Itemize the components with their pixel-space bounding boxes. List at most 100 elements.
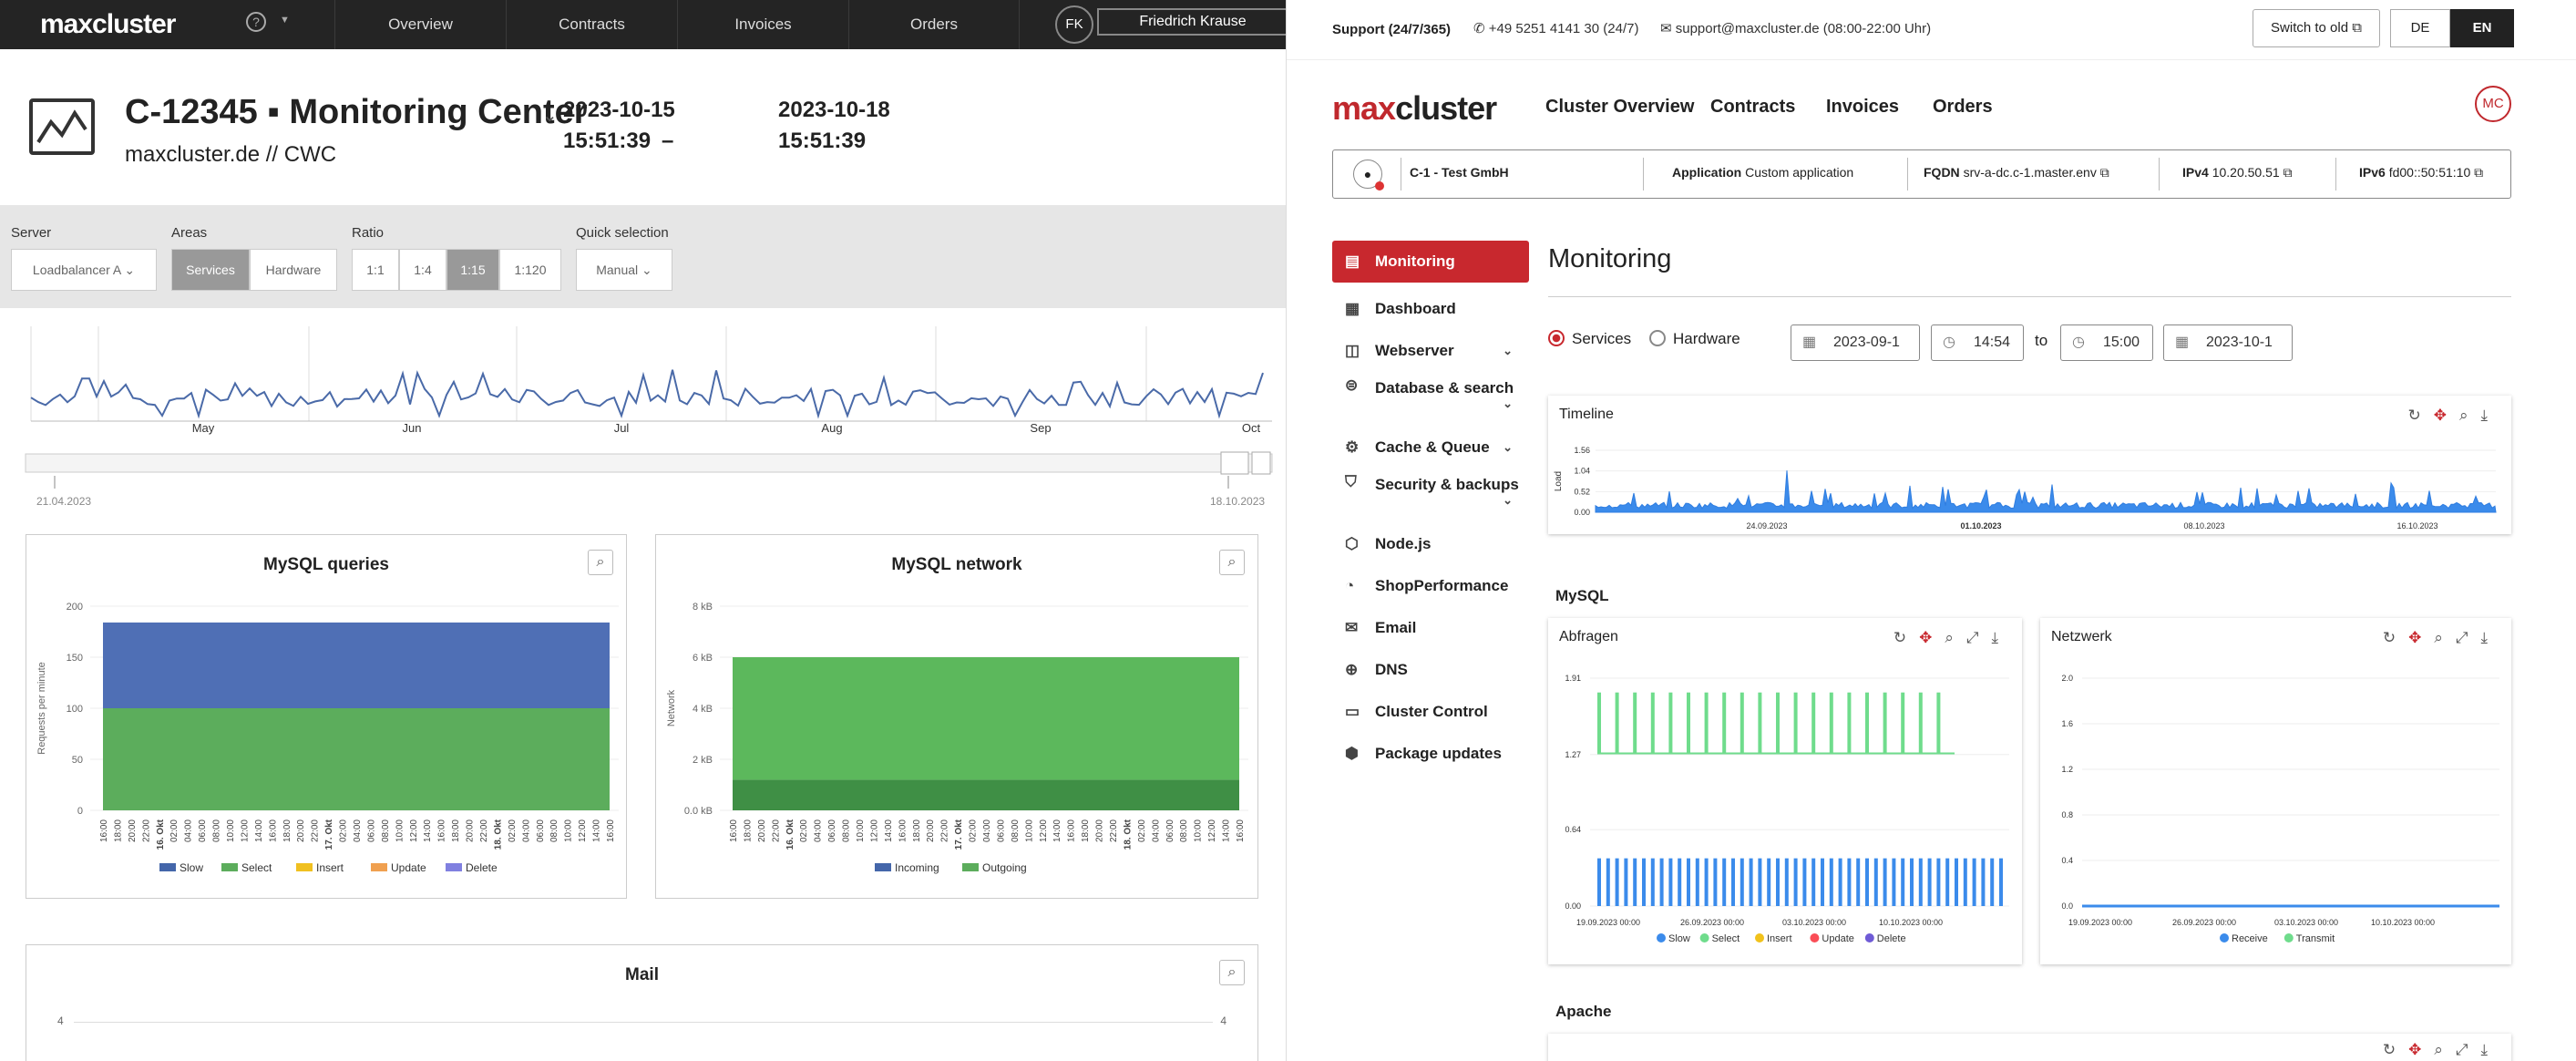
x-tick-label: 10.10.2023 00:00	[1879, 918, 1943, 927]
switch-to-old-button[interactable]: Switch to old ⧉	[2253, 9, 2380, 47]
sidebar-item-dns[interactable]: ⊕ DNS	[1332, 649, 1529, 691]
time-from-input[interactable]: ◷ 14:54	[1931, 324, 2024, 361]
time-to: 15:51:39	[778, 129, 867, 153]
overview-chart[interactable]: May Jun Jul Aug Sep Oct 21.04.2023 18.10.2023	[0, 308, 1286, 527]
zoom-icon[interactable]: ⌕	[2434, 1041, 2456, 1058]
y-tick-label: 1.27	[1565, 750, 1581, 759]
radio-hardware-label: Hardware	[1673, 330, 1740, 347]
phone-link[interactable]: ✆ +49 5251 4141 30 (24/7)	[1473, 20, 1638, 36]
sidebar-item-shopperformance[interactable]: ◔ ShopPerformance	[1332, 565, 1529, 607]
old-nav-contracts[interactable]: Contracts	[506, 0, 677, 49]
x-tick-label: 22:00	[940, 819, 950, 842]
sidebar-item-security[interactable]: ⛉ Security & backups ⌄	[1332, 469, 1529, 523]
old-monitoring-ui: maxcluster ? ▼ Overview Contracts Invoic…	[0, 0, 1286, 1061]
x-tick-label: 08:00	[842, 819, 852, 842]
ratio-1-120-button[interactable]: 1:120	[499, 249, 561, 291]
x-tick-label: 18:00	[282, 819, 292, 842]
old-nav-orders[interactable]: Orders	[848, 0, 1020, 49]
areas-hardware-button[interactable]: Hardware	[250, 249, 337, 291]
x-tick-label: 04:00	[982, 819, 992, 842]
bar-slow	[1731, 858, 1735, 906]
x-tick-label: 10.10.2023 00:00	[2371, 918, 2435, 927]
gauge-icon: ◔	[1345, 577, 1355, 594]
sidebar-item-monitoring[interactable]: ▤ Monitoring	[1332, 241, 1529, 283]
copy-icon[interactable]: ⧉	[2474, 165, 2483, 180]
ipv6-info: IPv6 fd00::50:51:10 ⧉	[2359, 165, 2483, 180]
package-icon: ⬢	[1345, 745, 1359, 762]
bar-slow	[1910, 858, 1914, 906]
radio-services[interactable]: Services	[1548, 330, 1631, 348]
timeline-panel: Timeline ↻✥⌕⤓ 0.00 0.52 1.04 1.56 Load 24.09.…	[1548, 396, 2511, 534]
bar-slow	[1687, 858, 1690, 906]
help-icon[interactable]: ?	[246, 12, 266, 32]
avatar[interactable]: FK	[1055, 5, 1093, 44]
mail-ytick: 4	[57, 1015, 64, 1027]
mail-title: Mail	[625, 965, 659, 984]
sidebar-item-database[interactable]: ⊜ Database & search ⌄	[1332, 372, 1529, 427]
sidebar-item-email[interactable]: ✉ Email	[1332, 607, 1529, 649]
old-logo[interactable]: maxcluster	[40, 9, 176, 40]
chevron-down-icon[interactable]: ▼	[280, 15, 290, 26]
line-chart-icon	[29, 98, 95, 155]
sidebar-item-dashboard[interactable]: ▦ Dashboard	[1332, 288, 1529, 330]
bar-slow	[1936, 858, 1941, 906]
avatar[interactable]: MC	[2475, 86, 2511, 122]
time-to-input[interactable]: ◷ 15:00	[2060, 324, 2153, 361]
sidebar-item-package-updates[interactable]: ⬢ Package updates	[1332, 733, 1529, 775]
y-tick-label: 0.00	[1565, 901, 1581, 911]
zoom-icon[interactable]: ⌕	[1219, 960, 1245, 985]
copy-icon[interactable]: ⧉	[2284, 165, 2293, 180]
areas-services-button[interactable]: Services	[171, 249, 250, 291]
netzwerk-chart[interactable]: 0.0 0.4 0.8 1.2 1.6 2.0 19.09.2023 00:00 26.09.…	[2040, 618, 2511, 964]
lang-en-button[interactable]: EN	[2450, 9, 2514, 47]
x-tick-label: 17. Okt	[954, 819, 964, 850]
cluster-name[interactable]: C-1 - Test GmbH	[1410, 165, 1509, 180]
refresh-icon[interactable]: ↻	[2383, 1041, 2408, 1058]
expand-icon[interactable]: ⤢	[2456, 1041, 2481, 1058]
new-logo[interactable]: maxcluster	[1332, 89, 1497, 128]
pan-icon[interactable]: ✥	[2408, 1041, 2434, 1058]
x-tick-label: 22:00	[479, 819, 489, 842]
range-handle[interactable]	[1251, 451, 1271, 475]
x-tick-label: 10:00	[226, 819, 236, 842]
overview-navigator[interactable]: May Jun Jul Aug Sep Oct 21.04.2023 18.10.2023	[0, 308, 1286, 527]
month-label: Jul	[614, 421, 630, 435]
bar-select	[1668, 692, 1673, 754]
date-to-input[interactable]: ▦ 2023-10-1	[2163, 324, 2293, 361]
user-menu[interactable]: Friedrich Krause	[1097, 8, 1286, 36]
download-icon[interactable]: ⤓	[2480, 1041, 2500, 1058]
date-from-input[interactable]: ▦ 2023-09-1	[1791, 324, 1920, 361]
chevron-down-icon[interactable]: ⌄	[542, 104, 558, 127]
timeline-chart[interactable]: 0.00 0.52 1.04 1.56 Load 24.09.2023 01.10.2023…	[1548, 396, 2511, 534]
lang-de-button[interactable]: DE	[2390, 9, 2450, 47]
range-handle[interactable]	[1220, 451, 1249, 475]
nav-invoices[interactable]: Invoices	[1826, 97, 1899, 118]
sidebar-item-webserver[interactable]: ◫ Webserver ⌄	[1332, 330, 1529, 372]
sidebar-item-nodejs[interactable]: ⬡ Node.js	[1332, 523, 1529, 565]
sidebar-item-cache[interactable]: ⚙ Cache & Queue ⌄	[1332, 427, 1529, 469]
y-tick-label: 2.0	[2061, 674, 2073, 683]
quick-selection-select[interactable]: Manual ⌄	[576, 249, 672, 291]
old-nav-overview[interactable]: Overview	[334, 0, 506, 49]
copy-icon[interactable]: ⧉	[2100, 165, 2109, 180]
server-select[interactable]: Loadbalancer A ⌄	[11, 249, 157, 291]
email-link[interactable]: ✉ support@maxcluster.de (08:00-22:00 Uhr…	[1660, 20, 1931, 36]
legend-dot	[1755, 933, 1764, 943]
nav-contracts[interactable]: Contracts	[1710, 97, 1795, 118]
bar-slow	[1740, 858, 1744, 906]
quick-selection-label: Quick selection	[576, 225, 669, 241]
ratio-1-4-button[interactable]: 1:4	[399, 249, 446, 291]
x-tick-label: 18:00	[113, 819, 123, 842]
sidebar-item-cluster-control[interactable]: ▭ Cluster Control	[1332, 691, 1529, 733]
nav-orders[interactable]: Orders	[1933, 97, 1993, 118]
y-tick-label: 1.91	[1565, 674, 1581, 683]
old-nav-invoices[interactable]: Invoices	[677, 0, 848, 49]
range-scrollbar[interactable]	[25, 453, 1273, 473]
ratio-1-1-button[interactable]: 1:1	[352, 249, 399, 291]
radio-hardware[interactable]: Hardware	[1649, 330, 1740, 348]
abfragen-chart[interactable]: 0.00 0.64 1.27 1.91 19.09.2023 00:00 26.09.20…	[1548, 618, 2022, 964]
y-tick-label: 4 kB	[693, 704, 713, 715]
ratio-1-15-button[interactable]: 1:15	[446, 249, 499, 291]
nav-cluster-overview[interactable]: Cluster Overview	[1545, 97, 1694, 118]
sidebar-item-label: Database & search	[1375, 379, 1514, 397]
